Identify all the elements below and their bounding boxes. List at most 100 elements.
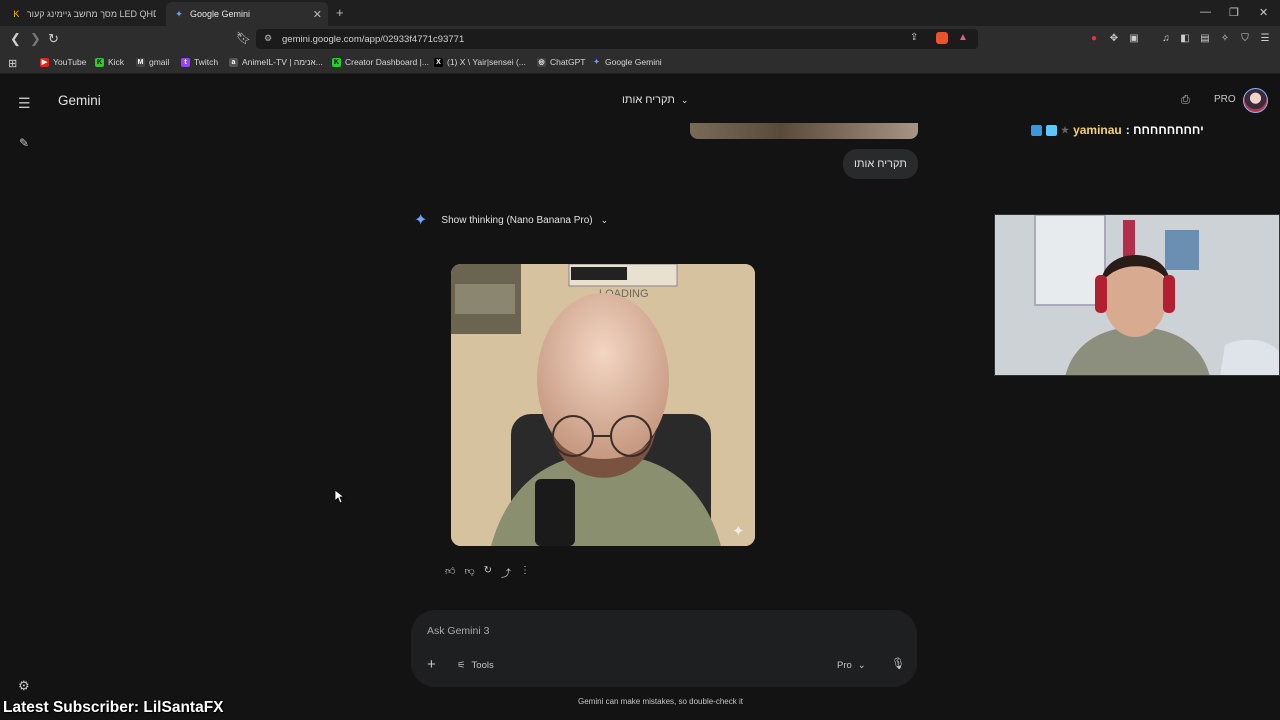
gemini-icon: ✦ <box>593 58 600 66</box>
response-actions: 👍︎ 👎︎ ↻ ⤴ ⋮ <box>445 565 530 580</box>
menu-icon[interactable]: ☰ <box>1259 33 1271 45</box>
model-selector[interactable]: Pro ⌄ <box>837 660 866 671</box>
youtube-icon: ▶ <box>40 57 49 67</box>
chat-username: yaminau <box>1073 123 1122 137</box>
bookmark-gmail[interactable]: Mgmail <box>136 57 169 67</box>
stream-chat-message: ★ yaminau : יחחחחחחחח <box>1031 123 1204 137</box>
vpn-icon[interactable]: ⛉ <box>1239 33 1251 45</box>
tab-monitor-listing[interactable]: K מסך מחשב גיימינג קעור LED QHD VA <box>4 2 164 26</box>
pro-badge: PRO <box>1214 94 1236 105</box>
model-label: Pro <box>837 660 852 671</box>
close-tab-icon[interactable]: ✕ <box>313 8 322 21</box>
new-tab-button[interactable]: + <box>336 5 344 20</box>
app-brand: Gemini <box>58 93 101 108</box>
chatgpt-icon: ◎ <box>537 57 546 67</box>
prompt-input[interactable] <box>427 625 827 637</box>
bookmark-label: (1) X \ Yair|sensei (... <box>447 57 526 67</box>
restore-button[interactable]: ❐ <box>1229 6 1239 19</box>
x-icon: X <box>434 57 443 67</box>
chat-badge-icon <box>1031 124 1042 136</box>
brave-shield-icon[interactable] <box>936 32 948 44</box>
chevron-down-icon: ⌄ <box>857 660 866 671</box>
bookmark-label: Twitch <box>194 57 219 67</box>
avatar[interactable] <box>1243 88 1268 113</box>
url-text: gemini.google.com/app/02933f4771c93771 <box>282 34 465 45</box>
share-icon[interactable]: ⇪ <box>910 32 918 43</box>
regenerate-icon[interactable]: ↻ <box>484 565 492 580</box>
bookmarks-bar: ⊞ ▶ YouTube K Kick Mgmail t Twitch a AnimeIL… <box>0 52 1280 74</box>
bookmark-x[interactable]: X (1) X \ Yair|sensei (... <box>434 57 526 67</box>
show-thinking-toggle[interactable]: ✦ Show thinking (Nano Banana Pro) ⌄ <box>414 210 608 230</box>
bookmark-animeil[interactable]: a AnimeIL-TV | אנימה... <box>229 57 323 67</box>
chat-badge-icon <box>1046 124 1057 136</box>
animeil-icon: a <box>229 57 238 67</box>
forward-button[interactable]: ❯ <box>30 31 41 47</box>
wallet-icon[interactable]: ▤ <box>1199 33 1211 45</box>
minimize-button[interactable]: — <box>1200 6 1211 18</box>
prompt-composer: + ⚟ Tools Pro ⌄ 🎙︎ <box>411 610 917 687</box>
tab-title: מסך מחשב גיימינג קעור LED QHD VA <box>26 9 156 19</box>
user-message-text: תקריח אותו <box>854 158 907 170</box>
share-icon[interactable]: ⤴ <box>501 565 511 580</box>
bookmark-twitch[interactable]: t Twitch <box>181 57 218 67</box>
bookmark-label: Google Gemini <box>605 57 662 67</box>
tab-google-gemini[interactable]: ✦ Google Gemini ✕ <box>166 2 328 26</box>
more-options-icon[interactable]: ⋮ <box>520 565 530 580</box>
new-chat-button[interactable]: ✎ <box>19 136 29 150</box>
bookmark-label: Creator Dashboard |... <box>345 57 429 67</box>
chat-badge-icon: ★ <box>1061 124 1070 135</box>
main-menu-button[interactable]: ☰ <box>18 95 31 112</box>
tools-label: Tools <box>471 660 494 671</box>
thumbs-up-icon[interactable]: 👍︎ <box>445 565 455 580</box>
webcam-feed <box>994 214 1280 376</box>
gmail-icon: M <box>136 57 145 67</box>
settings-gear-icon[interactable]: ⚙ <box>18 678 30 694</box>
extension-icon[interactable]: ▣ <box>1128 33 1140 45</box>
bookmark-chatgpt[interactable]: ◎ ChatGPT <box>537 57 585 67</box>
reload-button[interactable]: ↻ <box>48 31 59 47</box>
tools-icon: ⚟ <box>457 660 466 671</box>
add-attachment-button[interactable]: + <box>427 656 436 673</box>
chevron-down-icon: ⌄ <box>600 214 609 225</box>
previous-uploaded-image[interactable] <box>690 123 918 139</box>
bookmark-youtube[interactable]: ▶ YouTube <box>40 57 86 67</box>
leo-ai-icon[interactable]: ✧ <box>1219 33 1231 45</box>
thinking-label: Show thinking (Nano Banana Pro) <box>441 214 593 226</box>
generated-image-art: LOADING ✦ <box>451 264 755 546</box>
bookmark-label: Kick <box>108 57 125 67</box>
user-message-bubble: תקריח אותו <box>843 149 918 179</box>
browser-toolbar: ❮ ❯ ↻ 🔖︎ ⚙ gemini.google.com/app/02933f4… <box>0 26 1280 52</box>
brave-rewards-icon[interactable]: ▲ <box>958 32 968 43</box>
tab-favicon-icon: K <box>13 9 20 19</box>
twitch-icon: t <box>181 57 190 67</box>
chat-title-dropdown[interactable]: תקריח אותו ⌄ <box>622 94 688 106</box>
tab-strip: K מסך מחשב גיימינג קעור LED QHD VA ✦ Goo… <box>0 0 1280 26</box>
kick-icon: K <box>332 57 341 67</box>
bookmark-label: ChatGPT <box>550 57 586 67</box>
site-info-icon[interactable]: ⚙ <box>264 33 272 44</box>
ai-watermark-sparkle-icon: ✦ <box>732 522 745 540</box>
bookmark-icon[interactable]: 🔖︎ <box>236 31 251 45</box>
sidebar-icon[interactable]: ◧ <box>1179 33 1191 45</box>
disclaimer-text: Gemini can make mistakes, so double-chec… <box>578 697 743 706</box>
generated-image[interactable]: LOADING ✦ <box>451 264 755 546</box>
tab-title: Google Gemini <box>190 9 251 19</box>
microphone-icon[interactable]: 🎙︎ <box>891 657 905 670</box>
apps-icon[interactable]: ⊞ <box>8 57 17 70</box>
webcam-image <box>995 215 1279 375</box>
latest-subscriber-banner: Latest Subscriber: LilSantaFX <box>3 699 224 716</box>
address-bar[interactable]: ⚙ gemini.google.com/app/02933f4771c93771… <box>256 29 978 49</box>
back-button[interactable]: ❮ <box>10 31 21 47</box>
bookmark-kick[interactable]: K Kick <box>95 57 124 67</box>
media-icon[interactable]: ♫ <box>1160 33 1172 45</box>
thumbs-down-icon[interactable]: 👎︎ <box>464 565 474 580</box>
tools-button[interactable]: ⚟ Tools <box>457 660 494 671</box>
temporary-chat-icon[interactable]: ⎙ <box>1181 94 1190 107</box>
close-window-button[interactable]: ✕ <box>1259 6 1268 19</box>
extensions-icon[interactable]: ✥ <box>1108 33 1120 45</box>
bookmark-label: YouTube <box>53 57 87 67</box>
bookmark-label: AnimeIL-TV | אנימה... <box>242 57 323 67</box>
bookmark-gemini[interactable]: ✦ Google Gemini <box>592 57 662 67</box>
bookmark-creator-dashboard[interactable]: K Creator Dashboard |... <box>332 57 429 67</box>
record-extension-icon[interactable]: ● <box>1088 33 1100 45</box>
